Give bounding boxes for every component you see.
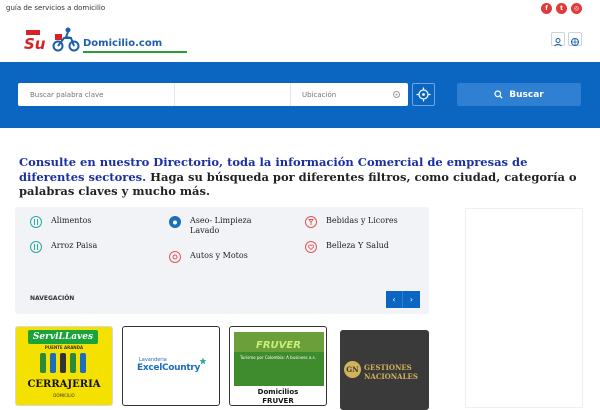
crosshair-icon[interactable] xyxy=(392,90,401,99)
category-aseo[interactable]: Aseo- Limpieza Lavado xyxy=(169,216,270,236)
facebook-icon[interactable]: f xyxy=(541,3,552,14)
target-icon xyxy=(416,87,431,102)
search-button[interactable]: Buscar xyxy=(457,83,581,106)
business-monogram: GN xyxy=(344,361,361,378)
search-icon xyxy=(494,90,503,99)
business-caption: CERRAJERIA xyxy=(27,379,101,390)
category-belleza-salud[interactable]: Belleza Y Salud xyxy=(305,241,426,253)
globe-icon[interactable] xyxy=(568,32,582,46)
business-small-caption: DOMICILIO xyxy=(53,393,75,398)
utensils-icon xyxy=(30,241,42,253)
category-label: Autos y Motos xyxy=(190,251,248,260)
intro-text: Consulte en nuestro Directorio, toda la … xyxy=(19,155,579,199)
business-subtitle: Turismo por Colombia: A business a.s. xyxy=(240,355,316,360)
logo-text-su: Su xyxy=(24,35,46,53)
site-header: Su Domicilio.com xyxy=(0,18,600,62)
top-strip: guía de servicios a domicilio f t ◎ xyxy=(0,0,600,18)
keys-icon xyxy=(40,353,86,373)
category-label: Aseo- Limpieza Lavado xyxy=(190,216,252,235)
heart-icon xyxy=(305,241,317,253)
prev-button[interactable]: ‹ xyxy=(386,291,403,308)
category-label: Belleza Y Salud xyxy=(326,241,389,250)
business-subtitle: PUENTE ARANDA xyxy=(44,345,84,350)
search-separator xyxy=(174,83,175,106)
search-band: Buscar xyxy=(0,62,600,128)
category-alimentos[interactable]: Alimentos xyxy=(30,216,131,228)
search-button-label: Buscar xyxy=(509,89,544,100)
category-bebidas[interactable]: Bebidas y Licores xyxy=(305,216,426,228)
business-caption-2: FRUVER xyxy=(262,397,294,405)
user-icon[interactable] xyxy=(551,32,565,47)
category-label: Bebidas y Licores xyxy=(326,216,398,225)
keyword-input[interactable] xyxy=(30,83,180,106)
delivery-motorbike-icon xyxy=(52,27,80,52)
business-title: ServiLLaves xyxy=(28,330,98,344)
site-logo[interactable]: Su Domicilio.com xyxy=(22,26,187,54)
star-icon xyxy=(199,357,207,365)
search-separator xyxy=(290,83,291,106)
geolocate-button[interactable] xyxy=(412,83,435,106)
business-line2: ExcelCountry xyxy=(137,363,201,373)
business-line1: GESTIONES xyxy=(364,363,412,372)
business-line2: NACIONALES xyxy=(364,372,418,381)
category-label: Arroz Paisa xyxy=(51,241,98,250)
category-label: Alimentos xyxy=(51,216,92,225)
next-button[interactable]: › xyxy=(403,291,420,308)
washing-icon xyxy=(169,216,181,228)
business-caption: Domicilios xyxy=(257,388,299,396)
business-card-gestiones[interactable]: GN GESTIONES NACIONALES xyxy=(340,330,429,410)
categories-panel: Alimentos Aseo- Limpieza Lavado Bebidas … xyxy=(15,207,429,314)
logo-text-domicilio: Domicilio.com xyxy=(83,38,163,49)
navigation-label: NAVEGACIÓN xyxy=(30,295,75,302)
twitter-icon[interactable]: t xyxy=(556,3,567,14)
utensils-icon xyxy=(30,216,42,228)
wheel-icon xyxy=(169,251,181,263)
search-bar xyxy=(18,83,408,106)
instagram-icon[interactable]: ◎ xyxy=(571,3,582,14)
category-arroz-paisa[interactable]: Arroz Paisa xyxy=(30,241,131,253)
location-input[interactable] xyxy=(302,83,386,106)
tagline: guía de servicios a domicilio xyxy=(6,4,106,12)
business-title: FRUVER xyxy=(256,340,301,351)
business-card-fruver[interactable]: FRUVER Turismo por Colombia: A business … xyxy=(229,326,327,406)
business-card-servillaves[interactable]: ServiLLaves PUENTE ARANDA CERRAJERIA DOM… xyxy=(15,326,113,406)
logo-underline xyxy=(83,51,187,53)
glass-icon xyxy=(305,216,317,228)
business-card-excelcountry[interactable]: Lavanderia ExcelCountry xyxy=(122,326,220,406)
category-autos-motos[interactable]: Autos y Motos xyxy=(169,251,270,263)
carousel-nav: ‹ › xyxy=(386,291,420,308)
sidebar-card xyxy=(465,208,583,408)
